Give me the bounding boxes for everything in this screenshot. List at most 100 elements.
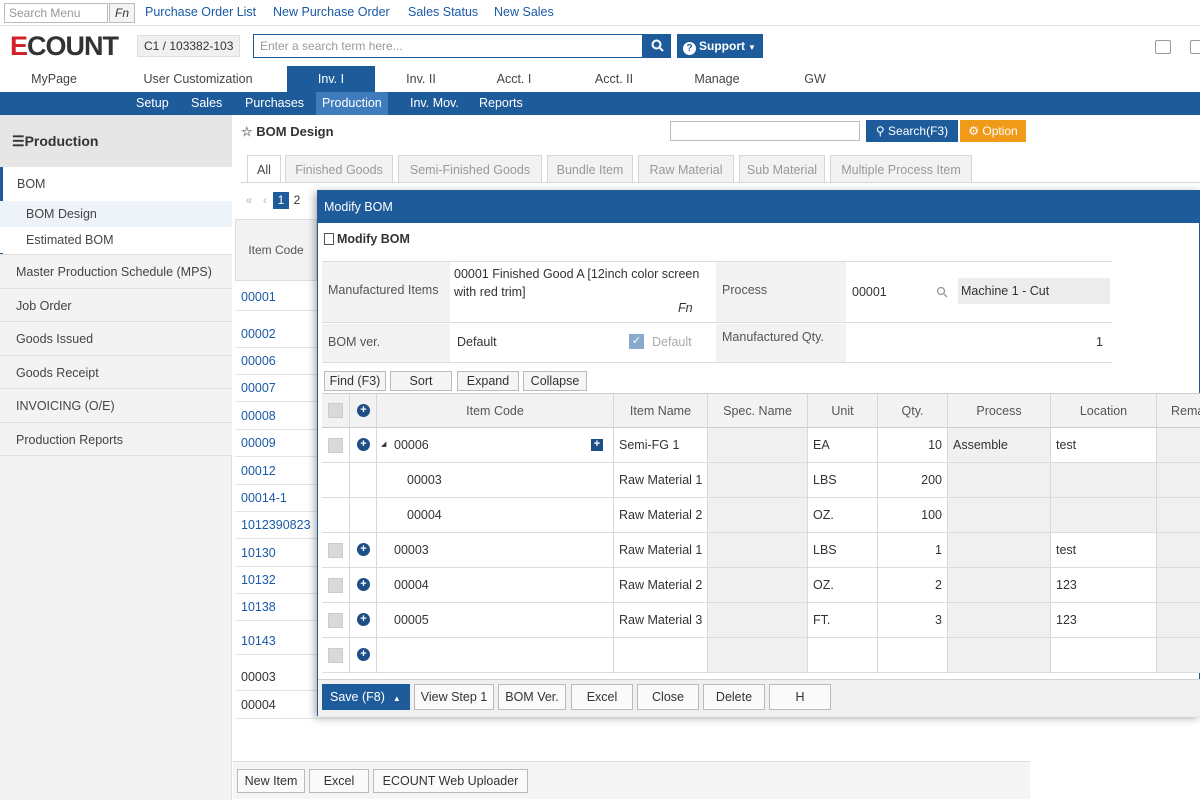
sidebar-item-goods-issued[interactable]: Goods Issued <box>0 321 232 355</box>
cell-code[interactable]: 00005 <box>377 603 614 638</box>
cell-qty[interactable]: 100 <box>878 498 948 533</box>
subnav-setup[interactable]: Setup <box>130 92 175 115</box>
cell-name[interactable]: Raw Material 3 <box>614 603 708 638</box>
col-location[interactable]: Location <box>1051 394 1157 428</box>
tab-acct-i[interactable]: Acct. I <box>484 66 544 92</box>
settings-icon[interactable] <box>1190 40 1200 54</box>
list-item[interactable]: 00001 <box>235 283 317 311</box>
cell-spec[interactable] <box>708 533 808 568</box>
cell-process[interactable] <box>948 603 1051 638</box>
list-item[interactable]: 00009 <box>235 429 317 457</box>
cell-process[interactable]: Assemble <box>948 428 1051 463</box>
cell-remarks[interactable] <box>1157 533 1200 568</box>
col-unit[interactable]: Unit <box>808 394 878 428</box>
tab-inv-ii[interactable]: Inv. II <box>388 66 454 92</box>
cell-process[interactable] <box>948 638 1051 673</box>
subnav-inv-mov[interactable]: Inv. Mov. <box>404 92 465 115</box>
tab-sub-material[interactable]: Sub Material <box>739 155 825 183</box>
cell-location[interactable] <box>1051 638 1157 673</box>
cell-unit[interactable]: LBS <box>808 463 878 498</box>
cell-code[interactable]: 00003 <box>377 463 614 498</box>
expand-triangle-icon[interactable]: ◢ <box>381 428 386 462</box>
web-uploader-button[interactable]: ECOUNT Web Uploader <box>373 769 528 793</box>
fn-button[interactable]: Fn <box>109 3 135 23</box>
tab-mypage[interactable]: MyPage <box>18 66 90 92</box>
cell-code[interactable]: 00003 <box>377 533 614 568</box>
cell-process[interactable] <box>948 568 1051 603</box>
cell-name[interactable]: Raw Material 2 <box>614 568 708 603</box>
subnav-purchases[interactable]: Purchases <box>239 92 310 115</box>
subnav-sales[interactable]: Sales <box>185 92 228 115</box>
row-checkbox[interactable] <box>328 438 343 453</box>
add-sub-item-icon[interactable]: + <box>591 439 603 451</box>
pager-page-2[interactable]: 2 <box>289 192 305 209</box>
col-remarks[interactable]: Rema <box>1157 394 1200 428</box>
cell-code[interactable]: ◢ +00006 <box>377 428 614 463</box>
link-purchase-order-list[interactable]: Purchase Order List <box>145 5 256 19</box>
content-search-input[interactable] <box>670 121 860 141</box>
cell-qty[interactable]: 2 <box>878 568 948 603</box>
cell-remarks[interactable] <box>1157 638 1200 673</box>
tab-bundle-item[interactable]: Bundle Item <box>547 155 633 183</box>
row-checkbox[interactable] <box>328 648 343 663</box>
support-button[interactable]: ? Support ▼ <box>677 34 763 58</box>
fn-button[interactable]: Fn <box>678 301 693 315</box>
cell-unit[interactable]: OZ. <box>808 568 878 603</box>
collapse-button[interactable]: Collapse <box>523 371 587 391</box>
list-item[interactable]: 10132 <box>235 566 317 594</box>
bom-ver-value[interactable]: Default <box>457 335 497 349</box>
save-button[interactable]: Save (F8) ▲ <box>322 684 410 710</box>
sidebar-item-goods-receipt[interactable]: Goods Receipt <box>0 355 232 389</box>
cell-name[interactable]: Semi-FG 1 <box>614 428 708 463</box>
list-item[interactable]: 00012 <box>235 457 317 485</box>
cell-remarks[interactable] <box>1157 568 1200 603</box>
cell-spec[interactable] <box>708 428 808 463</box>
delete-button[interactable]: Delete <box>703 684 765 710</box>
list-item[interactable]: 1012390823 <box>235 511 317 539</box>
col-process[interactable]: Process <box>948 394 1051 428</box>
cell-unit[interactable]: OZ. <box>808 498 878 533</box>
cell-remarks[interactable] <box>1157 603 1200 638</box>
cell-spec[interactable] <box>708 498 808 533</box>
cell-qty[interactable]: 200 <box>878 463 948 498</box>
tab-inv-i[interactable]: Inv. I <box>287 66 375 92</box>
add-child-icon[interactable]: + <box>357 578 370 591</box>
tab-finished-goods[interactable]: Finished Goods <box>285 155 393 183</box>
h-button[interactable]: H <box>769 684 831 710</box>
search-menu-input[interactable]: Search Menu <box>4 3 108 23</box>
star-icon[interactable]: ☆ <box>241 124 256 139</box>
sidebar-item-production-reports[interactable]: Production Reports <box>0 422 232 456</box>
cell-name[interactable]: Raw Material 2 <box>614 498 708 533</box>
cell-remarks[interactable] <box>1157 463 1200 498</box>
list-item[interactable]: 00003 <box>235 663 317 691</box>
pager-first[interactable]: « <box>241 192 257 209</box>
manufactured-qty-value[interactable]: 1 <box>1096 335 1103 349</box>
excel-button[interactable]: Excel <box>309 769 369 793</box>
content-search-button[interactable]: ⚲ Search(F3) <box>866 120 958 142</box>
list-item[interactable]: 00002 <box>235 320 317 348</box>
manufactured-items-value[interactable]: 00001 Finished Good A [12inch color scre… <box>454 265 714 301</box>
list-item[interactable]: 00004 <box>235 691 317 719</box>
close-button[interactable]: Close <box>637 684 699 710</box>
cell-name[interactable] <box>614 638 708 673</box>
cell-spec[interactable] <box>708 568 808 603</box>
cell-location[interactable]: 123 <box>1051 568 1157 603</box>
add-child-icon[interactable]: + <box>357 438 370 451</box>
col-qty[interactable]: Qty. <box>878 394 948 428</box>
expand-button[interactable]: Expand <box>457 371 519 391</box>
sidebar-item-estimated-bom[interactable]: Estimated BOM <box>0 227 232 253</box>
excel-button[interactable]: Excel <box>571 684 633 710</box>
add-child-icon[interactable]: + <box>357 613 370 626</box>
cell-process[interactable] <box>948 463 1051 498</box>
new-item-button[interactable]: New Item <box>237 769 305 793</box>
ecount-logo[interactable]: ECOUNT <box>10 31 119 62</box>
tab-user-customization[interactable]: User Customization <box>130 66 266 92</box>
col-spec-name[interactable]: Spec. Name <box>708 394 808 428</box>
cell-remarks[interactable] <box>1157 498 1200 533</box>
search-button[interactable] <box>643 34 671 58</box>
cell-location[interactable]: 123 <box>1051 603 1157 638</box>
sort-button[interactable]: Sort <box>390 371 452 391</box>
link-new-sales[interactable]: New Sales <box>494 5 554 19</box>
list-item[interactable]: 00007 <box>235 374 317 402</box>
sidebar-item-job-order[interactable]: Job Order <box>0 288 232 322</box>
